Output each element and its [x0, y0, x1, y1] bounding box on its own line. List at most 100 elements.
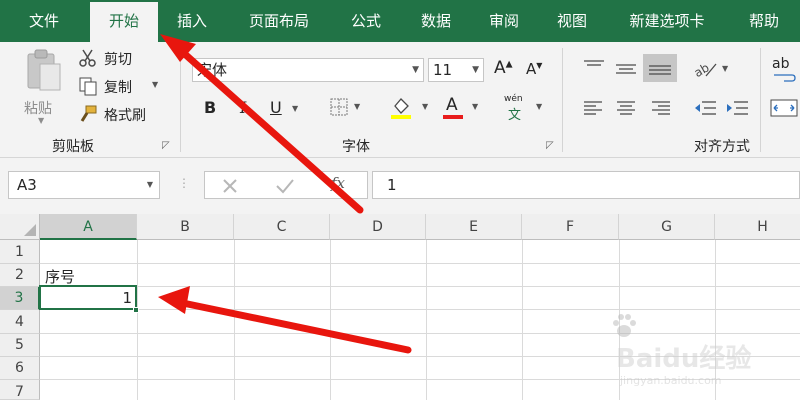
copy-button[interactable]: 复制 ▼	[78, 76, 168, 98]
row-header-1[interactable]: 1	[0, 240, 40, 264]
tab-page-layout[interactable]: 页面布局	[234, 0, 324, 42]
insert-function-button[interactable]: fx	[331, 174, 345, 192]
tab-home[interactable]: 开始	[90, 2, 158, 42]
fill-color-dropdown-icon[interactable]: ▼	[422, 102, 428, 111]
font-color-swatch-icon	[443, 115, 463, 119]
name-box[interactable]: A3 ▼	[8, 171, 160, 199]
column-header-h[interactable]: H	[715, 214, 800, 240]
align-center-icon[interactable]	[614, 98, 638, 118]
row-header-4[interactable]: 4	[0, 310, 40, 334]
paste-button[interactable]: 粘贴 ▼	[18, 48, 68, 128]
align-left-icon[interactable]	[582, 98, 606, 118]
gridline	[137, 240, 138, 400]
formula-bar-grip-icon[interactable]: ⋮	[178, 176, 190, 190]
tab-help[interactable]: 帮助	[734, 0, 794, 42]
paw-logo-icon	[613, 314, 636, 337]
underline-dropdown-icon[interactable]: ▼	[292, 104, 298, 113]
gridline	[234, 240, 235, 400]
borders-button[interactable]: ▼	[330, 98, 370, 118]
copy-icon	[79, 77, 97, 96]
font-name-combobox[interactable]: 宋体 ▼	[192, 58, 424, 82]
svg-text:ab: ab	[692, 60, 712, 80]
formula-buttons: fx	[204, 171, 368, 199]
phonetic-top-label: wén	[504, 94, 523, 104]
column-header-c[interactable]: C	[234, 214, 330, 240]
italic-button[interactable]: I	[240, 98, 246, 117]
font-size-dropdown-icon[interactable]: ▼	[472, 59, 479, 81]
row-header-3[interactable]: 3	[0, 287, 40, 310]
increase-font-size-icon[interactable]: A▲	[494, 58, 513, 78]
column-header-f[interactable]: F	[522, 214, 619, 240]
align-bottom-icon[interactable]	[643, 54, 677, 82]
column-header-a[interactable]: A	[40, 214, 137, 240]
underline-button[interactable]: U	[270, 98, 282, 117]
name-box-value: A3	[17, 176, 37, 194]
font-color-dropdown-icon[interactable]: ▼	[472, 102, 478, 111]
merge-center-icon[interactable]	[770, 98, 800, 118]
column-header-g[interactable]: G	[619, 214, 715, 240]
decrease-font-size-icon[interactable]: A▼	[526, 60, 542, 78]
wrap-text-button[interactable]: ab	[770, 56, 800, 84]
name-box-dropdown-icon[interactable]: ▼	[147, 172, 153, 198]
text-orientation-icon[interactable]: ab	[692, 58, 722, 80]
tab-formulas[interactable]: 公式	[336, 0, 396, 42]
font-size-combobox[interactable]: 11 ▼	[428, 58, 484, 82]
copy-label: 复制	[104, 80, 132, 96]
format-painter-label: 格式刷	[104, 108, 146, 124]
gridline	[330, 240, 331, 400]
column-header-e[interactable]: E	[426, 214, 522, 240]
font-color-glyph: A	[446, 95, 458, 115]
gridline	[522, 240, 523, 400]
decrease-indent-icon[interactable]	[692, 98, 718, 118]
tab-file[interactable]: 文件	[12, 0, 76, 42]
formula-input[interactable]: 1	[372, 171, 800, 199]
paste-dropdown-icon[interactable]: ▼	[38, 116, 44, 125]
font-color-button[interactable]: A ▼	[442, 95, 486, 120]
row-header-2[interactable]: 2	[0, 264, 40, 287]
align-top-icon[interactable]	[582, 58, 606, 78]
borders-dropdown-icon[interactable]: ▼	[354, 102, 360, 111]
gridline	[40, 263, 800, 264]
text-orientation-dropdown-icon[interactable]: ▼	[722, 64, 728, 73]
phonetic-bottom-label: 文	[508, 108, 522, 123]
scissors-icon	[79, 49, 96, 67]
cancel-icon[interactable]	[221, 177, 239, 195]
alignment-group-label: 对齐方式	[694, 139, 750, 155]
select-all-button[interactable]	[0, 214, 40, 240]
increase-indent-icon[interactable]	[724, 98, 750, 118]
row-header-7[interactable]: 7	[0, 380, 40, 400]
column-header-b[interactable]: B	[137, 214, 234, 240]
row-header-6[interactable]: 6	[0, 357, 40, 380]
wrap-text-icon	[774, 74, 796, 82]
tab-data[interactable]: 数据	[406, 0, 466, 42]
font-dialog-launcher-icon[interactable]: ◸	[546, 140, 554, 151]
fill-color-button[interactable]: ▼	[390, 96, 434, 120]
formula-bar: A3 ▼ ⋮ fx 1	[0, 158, 800, 214]
font-name-dropdown-icon[interactable]: ▼	[412, 59, 419, 81]
enter-check-icon[interactable]	[275, 177, 295, 195]
column-header-d[interactable]: D	[330, 214, 426, 240]
group-divider	[760, 48, 761, 152]
row-header-5[interactable]: 5	[0, 334, 40, 357]
tab-insert[interactable]: 插入	[162, 0, 222, 42]
fill-handle[interactable]	[133, 307, 139, 313]
select-all-triangle-icon	[24, 224, 36, 236]
cell-a2[interactable]: 序号	[45, 266, 75, 287]
cut-button[interactable]: 剪切	[78, 48, 158, 70]
phonetic-dropdown-icon[interactable]: ▼	[536, 102, 542, 111]
tab-review[interactable]: 审阅	[474, 0, 534, 42]
gridline	[40, 286, 800, 287]
format-painter-button[interactable]: 格式刷	[78, 104, 168, 126]
align-middle-icon[interactable]	[614, 58, 638, 78]
tab-new-tab[interactable]: 新建选项卡	[612, 0, 722, 42]
phonetic-guide-button[interactable]: wén 文 ▼	[502, 94, 548, 123]
watermark-url: jingyan.baidu.com	[620, 374, 722, 387]
clipboard-dialog-launcher-icon[interactable]: ◸	[162, 140, 170, 151]
tab-view[interactable]: 视图	[542, 0, 602, 42]
ribbon-tab-bar: 文件 开始 插入 页面布局 公式 数据 审阅 视图 新建选项卡 帮助	[0, 0, 800, 42]
bold-button[interactable]: B	[204, 98, 216, 117]
align-right-icon[interactable]	[648, 98, 672, 118]
copy-dropdown-icon[interactable]: ▼	[152, 80, 158, 89]
paste-label: 粘贴	[24, 101, 52, 117]
wrap-text-label: ab	[772, 56, 790, 72]
